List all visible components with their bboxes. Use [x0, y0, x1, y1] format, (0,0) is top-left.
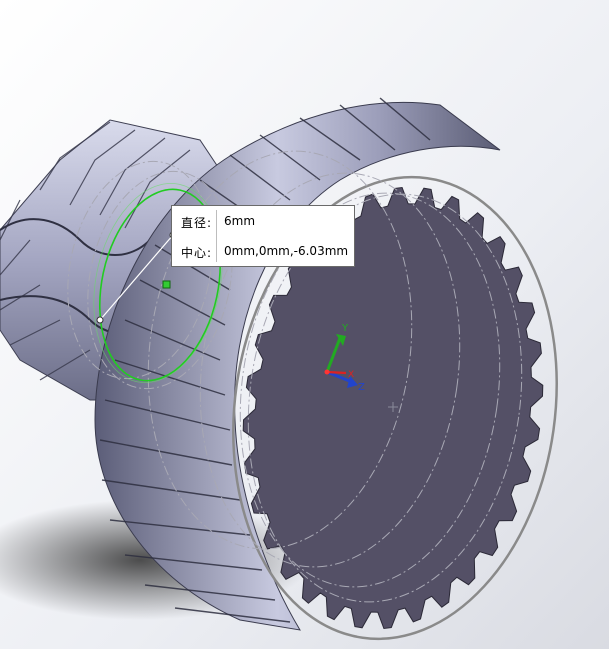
tooltip-row-center: 中心: 0mm,0mm,-6.03mm — [172, 236, 354, 266]
triad-y-label: Y — [341, 323, 349, 334]
sketch-center-marker[interactable] — [162, 280, 171, 289]
diameter-value: 6mm — [224, 214, 256, 228]
viewport-canvas[interactable]: Y X Z — [0, 0, 609, 649]
center-value: 0mm,0mm,-6.03mm — [224, 244, 349, 258]
diameter-label: 直径: — [181, 216, 213, 230]
tooltip-row-diameter: 直径: 6mm — [172, 206, 354, 236]
triad-z-label: Z — [358, 382, 365, 393]
sketch-point-left[interactable] — [96, 316, 104, 324]
x-axis-arrow — [326, 370, 347, 375]
triad-x-label: X — [348, 370, 354, 380]
dimension-tooltip: 直径: 6mm 中心: 0mm,0mm,-6.03mm — [171, 205, 355, 267]
center-label: 中心: — [181, 246, 213, 260]
cad-viewport[interactable]: Y X Z 直径: 6mm 中心: 0mm,0mm,-6.03mm — [0, 0, 609, 649]
